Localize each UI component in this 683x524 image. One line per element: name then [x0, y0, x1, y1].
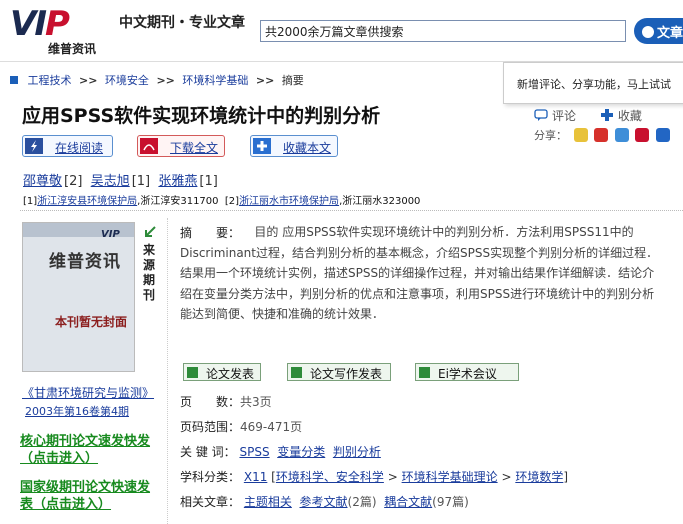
related-refs-link[interactable]: 参考文献	[300, 495, 348, 509]
logo-subtitle: 维普资讯	[48, 42, 97, 56]
site-tagline: 中文期刊・专业文章	[119, 15, 245, 31]
author-link[interactable]: 吴志旭	[91, 174, 130, 189]
arrow-icon	[145, 226, 156, 237]
article-title: 应用SPSS软件实现环境统计中的判别分析	[22, 105, 381, 127]
subject-path-link[interactable]: 环境科学基础理论	[402, 470, 498, 484]
favorite-link[interactable]: 收藏	[600, 109, 652, 123]
affiliation-list: [1]浙江淳安县环境保护局,浙江淳安311700 [2]浙江丽水市环境保护局,浙…	[23, 196, 421, 207]
tag-icon	[187, 367, 198, 378]
feature-notice-popup[interactable]: 新增评论、分享功能，马上试试	[503, 62, 683, 104]
breadcrumb: 工程技术 >> 环境安全 >> 环境科学基础 >> 摘要	[10, 72, 304, 88]
read-online-button[interactable]: 在线阅读	[22, 135, 113, 157]
share-label: 分享：	[534, 129, 567, 142]
meta-page-range: 页码范围：469-471页	[180, 420, 303, 434]
meta-subject: 学科分类： X11 [环境科学、安全科学 > 环境科学基础理论 > 环境数学]	[180, 470, 569, 484]
cover-logo: VIP	[101, 229, 120, 240]
author-link[interactable]: 张雅燕	[158, 174, 197, 189]
meta-keywords: 关 键 词： SPSS 变量分类 判别分析	[180, 445, 381, 459]
flash-icon	[25, 138, 43, 154]
related-theme-link[interactable]: 主题相关	[244, 495, 292, 509]
cover-brand: 维普资讯	[49, 252, 121, 272]
share-icon-5[interactable]	[655, 128, 670, 142]
breadcrumb-current: 摘要	[281, 74, 304, 87]
collect-article-button[interactable]: 收藏本文	[250, 135, 338, 157]
related-coupled-link[interactable]: 耦合文献	[384, 495, 432, 509]
abstract-text: 目的 应用SPSS软件实现环境统计中的判别分析．方法利用SPSS11中的Disc…	[180, 225, 659, 321]
column-divider	[167, 218, 168, 524]
subject-path-link[interactable]: 环境科学、安全科学	[276, 470, 384, 484]
breadcrumb-separator: >>	[255, 74, 275, 87]
journal-cover[interactable]: VIP 维普资讯 本刊暂无封面	[22, 222, 135, 372]
subject-path-link[interactable]: 环境数学	[515, 470, 563, 484]
section-divider	[20, 210, 683, 211]
issue-link[interactable]: 2003年第16卷第4期	[25, 403, 129, 419]
meta-related: 相关文章： 主题相关 参考文献(2篇) 耦合文献(97篇)	[180, 495, 469, 509]
tag-icon	[419, 367, 430, 378]
search-input[interactable]	[260, 20, 626, 42]
affiliation-link[interactable]: 浙江丽水市环境保护局	[239, 196, 339, 207]
promo-link-national[interactable]: 国家级期刊论文快速发表（点击进入）	[20, 479, 160, 513]
comment-icon	[534, 109, 548, 121]
affiliation-link[interactable]: 浙江淳安县环境保护局	[37, 196, 137, 207]
share-bar: 分享：	[534, 127, 670, 143]
breadcrumb-bullet-icon	[10, 76, 18, 84]
article-tools: 评论 收藏	[534, 107, 662, 124]
author-link[interactable]: 邵尊敬	[23, 174, 62, 189]
author-list: 邵尊敬 [2] 吴志旭 [1] 张雅燕 [1]	[23, 174, 218, 189]
breadcrumb-item-env-science[interactable]: 环境科学基础	[182, 74, 248, 87]
meta-pages: 页 数：共3页	[180, 395, 272, 409]
breadcrumb-item-engineering[interactable]: 工程技术	[28, 74, 72, 87]
breadcrumb-separator: >>	[156, 74, 175, 87]
tag-button-publish[interactable]: 论文发表	[183, 363, 261, 381]
site-header: VIP 维普资讯 中文期刊・专业文章 文章	[0, 0, 683, 62]
journal-link[interactable]: 《甘肃环境研究与监测》	[22, 384, 154, 401]
logo-mark: VIP	[10, 4, 70, 44]
search-button-label: 文章	[657, 26, 683, 41]
comment-link[interactable]: 评论	[534, 109, 586, 123]
tag-button-ei[interactable]: Ei学术会议	[415, 363, 519, 381]
keyword-link[interactable]: 判别分析	[333, 445, 381, 459]
breadcrumb-separator: >>	[79, 74, 98, 87]
share-icon-1[interactable]	[573, 128, 588, 142]
search-button[interactable]: 文章	[634, 18, 683, 44]
vip-logo[interactable]: VIP 维普资讯	[10, 4, 102, 56]
cover-no-image-text: 本刊暂无封面	[55, 315, 128, 329]
plus-icon	[600, 109, 613, 121]
source-journal-label: 来源期刊	[143, 243, 156, 302]
share-icon-3[interactable]	[614, 128, 629, 142]
search-icon	[642, 26, 654, 38]
breadcrumb-item-env-safety[interactable]: 环境安全	[105, 74, 149, 87]
subject-code-link[interactable]: X11	[244, 470, 268, 484]
add-icon	[253, 138, 271, 154]
keyword-link[interactable]: SPSS	[239, 445, 269, 459]
keyword-link[interactable]: 变量分类	[277, 445, 325, 459]
tag-icon	[291, 367, 302, 378]
promo-link-core[interactable]: 核心期刊论文速发快发（点击进入）	[20, 433, 160, 467]
pdf-icon	[140, 138, 158, 154]
download-fulltext-button[interactable]: 下载全文	[137, 135, 225, 157]
tag-button-writing[interactable]: 论文写作发表	[287, 363, 391, 381]
share-icon-2[interactable]	[594, 128, 608, 142]
share-icon-4[interactable]	[635, 128, 649, 142]
